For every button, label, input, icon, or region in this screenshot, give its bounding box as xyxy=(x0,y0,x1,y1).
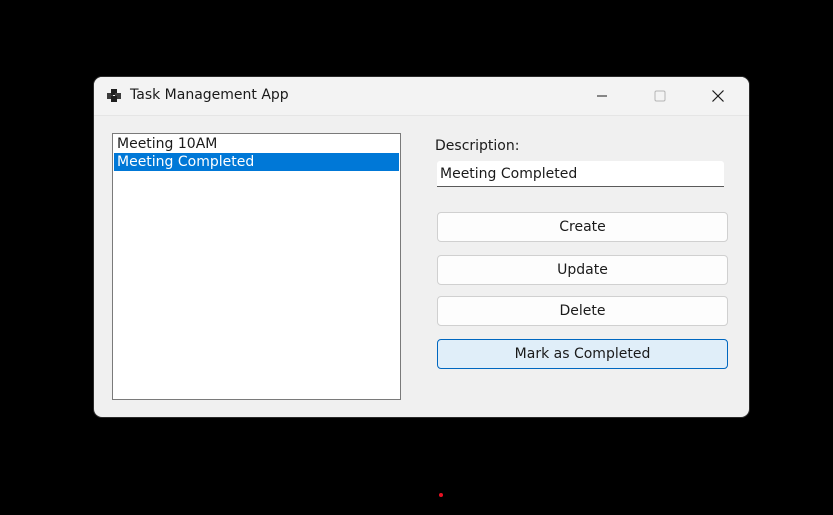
minimize-icon xyxy=(597,95,607,97)
main-window: Task Management App Meeting 10AM Meeting… xyxy=(94,77,749,417)
task-listbox[interactable]: Meeting 10AM Meeting Completed xyxy=(112,133,401,400)
close-button[interactable] xyxy=(689,77,747,115)
mark-completed-button[interactable]: Mark as Completed xyxy=(437,339,728,369)
create-button[interactable]: Create xyxy=(437,212,728,242)
list-item[interactable]: Meeting 10AM xyxy=(114,135,399,153)
update-button[interactable]: Update xyxy=(437,255,728,285)
list-item-selected[interactable]: Meeting Completed xyxy=(114,153,399,171)
title-bar[interactable]: Task Management App xyxy=(94,77,749,116)
maximize-icon xyxy=(654,90,666,102)
maximize-button[interactable] xyxy=(631,77,689,115)
minimize-button[interactable] xyxy=(573,77,631,115)
description-label: Description: xyxy=(435,138,520,154)
delete-button[interactable]: Delete xyxy=(437,296,728,326)
description-input[interactable] xyxy=(437,161,724,187)
cursor-dot xyxy=(439,493,443,497)
close-icon xyxy=(712,90,724,102)
app-icon xyxy=(107,89,121,102)
window-title: Task Management App xyxy=(130,87,289,103)
